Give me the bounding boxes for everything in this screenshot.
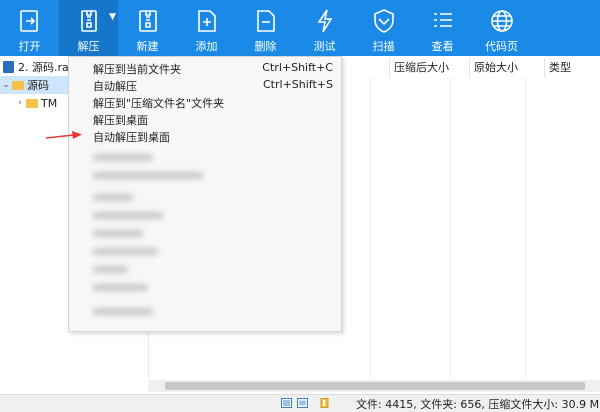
divider <box>370 78 371 378</box>
menu-item-extract-to-desktop[interactable]: 解压到桌面 <box>93 112 333 129</box>
divider <box>525 78 526 378</box>
blurred-item <box>93 212 163 219</box>
tree-item-tm[interactable]: › TM <box>14 94 57 112</box>
menu-item-extract-to-folder[interactable]: 解压到"压缩文件名"文件夹 <box>93 95 333 112</box>
tree-item-source[interactable]: ⌄ 源码 <box>0 76 70 94</box>
extract-button[interactable]: 解压 ▼ <box>59 0 118 56</box>
list-header: 压缩后大小 原始大小 类型 <box>345 58 600 78</box>
extract-icon <box>74 6 104 36</box>
open-button[interactable]: 打开 <box>0 0 59 56</box>
new-button[interactable]: 新建 <box>118 0 177 56</box>
folder-icon <box>26 98 38 108</box>
blurred-item <box>93 248 158 255</box>
chevron-down-icon[interactable]: ⌄ <box>0 80 12 90</box>
open-icon <box>15 6 45 36</box>
toolbar: 打开 解压 ▼ 新建 添加 删除 测试 扫描 查看 代码页 <box>0 0 600 56</box>
menu-item-extract-here[interactable]: 解压到当前文件夹 Ctrl+Shift+C <box>93 61 333 78</box>
menu-item-auto-extract[interactable]: 自动解压 Ctrl+Shift+S <box>93 78 333 95</box>
column-header-type[interactable]: 类型 <box>545 58 600 78</box>
tree-item-label: 源码 <box>27 79 49 92</box>
view-grid-icon <box>428 6 458 36</box>
chevron-down-icon[interactable]: ▼ <box>109 12 116 22</box>
column-header-original-size[interactable]: 原始大小 <box>470 58 545 78</box>
red-arrow-annotation <box>45 131 82 139</box>
scan-label: 扫描 <box>372 40 395 53</box>
archive-name: 2. 源码.rar <box>18 61 74 74</box>
list-view-icon[interactable] <box>297 398 308 408</box>
menu-item-label: 解压到桌面 <box>93 114 148 127</box>
blurred-item <box>93 308 153 315</box>
test-label: 测试 <box>313 40 336 53</box>
tree-item-label: TM <box>41 96 58 110</box>
blurred-item <box>93 266 128 273</box>
delete-label: 删除 <box>254 40 277 53</box>
extract-label: 解压 <box>77 40 100 53</box>
file-list[interactable] <box>340 56 600 382</box>
folder-tree: 2. 源码.rar ⌄ 源码 › TM <box>0 56 73 412</box>
codepage-label: 代码页 <box>485 40 518 53</box>
menu-item-shortcut: Ctrl+Shift+C <box>262 61 333 74</box>
scan-button[interactable]: 扫描 <box>354 0 413 56</box>
menu-item-label: 解压到"压缩文件名"文件夹 <box>93 97 225 110</box>
status-text: 文件: 4415, 文件夹: 656, 压缩文件大小: 30.9 MB <box>356 398 600 411</box>
menu-item-label: 自动解压 <box>93 80 137 93</box>
archive-info-icon[interactable] <box>320 398 331 408</box>
divider <box>450 78 451 378</box>
delete-file-icon <box>251 6 281 36</box>
chevron-right-icon[interactable]: › <box>14 98 26 108</box>
column-header-packed-size[interactable]: 压缩后大小 <box>390 58 470 78</box>
codepage-button[interactable]: 代码页 <box>472 0 531 56</box>
test-bolt-icon <box>310 6 340 36</box>
column-header-name[interactable] <box>345 58 390 78</box>
extract-dropdown-menu: 解压到当前文件夹 Ctrl+Shift+C 自动解压 Ctrl+Shift+S … <box>68 56 342 332</box>
menu-item-label: 解压到当前文件夹 <box>93 63 181 76</box>
menu-item-shortcut: Ctrl+Shift+S <box>263 78 333 91</box>
details-view-icon[interactable] <box>281 398 292 408</box>
view-label: 查看 <box>431 40 454 53</box>
blurred-item <box>93 284 148 291</box>
view-button[interactable]: 查看 <box>413 0 472 56</box>
new-archive-icon <box>133 6 163 36</box>
new-label: 新建 <box>136 40 159 53</box>
blurred-item <box>93 172 203 179</box>
blurred-item <box>93 230 143 237</box>
archive-root[interactable]: 2. 源码.rar <box>3 58 73 76</box>
blurred-item <box>93 194 133 201</box>
folder-icon <box>12 80 24 90</box>
add-label: 添加 <box>195 40 218 53</box>
open-label: 打开 <box>18 40 41 53</box>
add-file-icon <box>192 6 222 36</box>
archive-icon <box>3 61 14 73</box>
scrollbar-thumb[interactable] <box>165 382 585 390</box>
delete-button[interactable]: 删除 <box>236 0 295 56</box>
scan-shield-icon <box>369 6 399 36</box>
codepage-globe-icon <box>487 6 517 36</box>
add-button[interactable]: 添加 <box>177 0 236 56</box>
blurred-menu-items <box>89 142 339 327</box>
test-button[interactable]: 测试 <box>295 0 354 56</box>
blurred-item <box>93 154 153 161</box>
